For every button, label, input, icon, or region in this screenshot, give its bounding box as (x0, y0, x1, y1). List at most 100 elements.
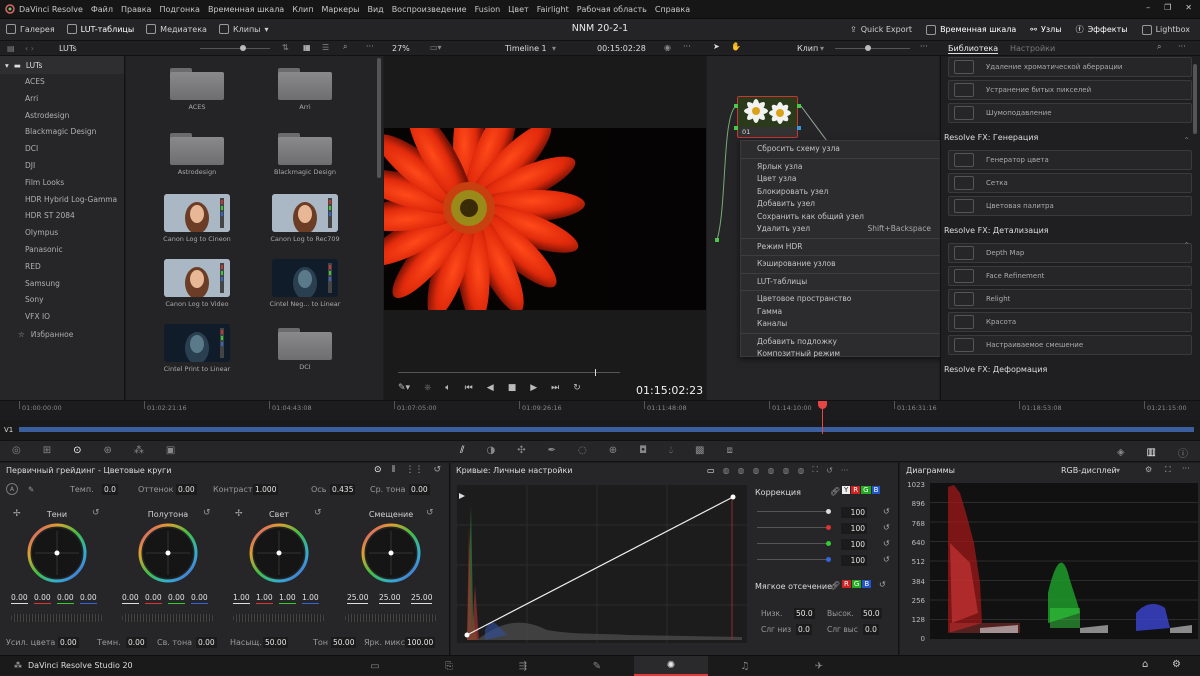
viewer-image[interactable] (384, 128, 706, 310)
low-soft-value[interactable]: 0.0 (796, 624, 812, 635)
channel-dot[interactable] (826, 509, 831, 514)
wheel-channel-value[interactable]: 0.00 (122, 593, 139, 604)
lut-grid-item[interactable]: Astrodesign (160, 129, 234, 189)
wheel-channel-value[interactable]: 1.00 (256, 593, 273, 604)
edit-page-icon[interactable]: ⇶ (486, 656, 560, 676)
menu-item[interactable]: Правка (121, 5, 151, 14)
wheel-channel-value[interactable]: 0.00 (191, 593, 208, 604)
lut-folder-item[interactable]: DCI (0, 141, 124, 158)
effect-item[interactable]: Настраиваемое смешение (948, 335, 1192, 355)
chevron-down-icon[interactable]: ▾ (820, 44, 824, 53)
master-wheel-slider[interactable] (233, 614, 325, 622)
deliver-page-icon[interactable]: ✈ (782, 656, 856, 676)
pointer-icon[interactable]: ➤ (713, 42, 720, 51)
lut-folder-item[interactable]: VFX IO (0, 309, 124, 326)
wheel-channel-value[interactable]: 0.00 (80, 593, 97, 604)
effect-item[interactable]: Relight (948, 289, 1192, 309)
viewer-mode-icon[interactable]: ▭▾ (430, 43, 442, 52)
wheel-channel-value[interactable]: 0.00 (34, 593, 51, 604)
lut-grid-item[interactable]: Blackmagic Design (268, 129, 342, 189)
hue-value[interactable]: 50.00 (331, 637, 357, 648)
temp-value[interactable]: 0.0 (102, 484, 118, 495)
curves-icon[interactable]: ⫽ (460, 445, 464, 456)
wheel-channel-value[interactable]: 25.00 (411, 593, 433, 604)
reset-icon[interactable]: ↺ (883, 507, 890, 516)
effect-item[interactable]: Устранение битых пикселей (948, 80, 1192, 100)
color-page-icon[interactable]: ✺ (634, 656, 708, 676)
bypass-icon[interactable]: ⎈ (424, 383, 431, 393)
link-icon[interactable]: 🔗︎ (830, 487, 840, 496)
channel-dot[interactable] (826, 557, 831, 562)
home-icon[interactable]: ⌂ (1142, 659, 1148, 670)
reset-icon[interactable]: ↺ (879, 580, 886, 589)
lut-tree-root[interactable]: ▾ ▬ LUTs (0, 56, 124, 74)
context-menu-item[interactable]: Сохранить как общий узел (741, 211, 949, 224)
lut-grid-item[interactable]: Arri (268, 64, 342, 124)
wheel-reset-icon[interactable]: ↺ (92, 508, 100, 518)
wheel-channel-value[interactable]: 0.00 (57, 593, 74, 604)
effects-button[interactable]: ⓕ Эффекты (1076, 24, 1128, 35)
color-picker-icon[interactable]: ◉ (664, 43, 671, 52)
menu-item[interactable]: Справка (655, 5, 690, 14)
lut-folder-item[interactable]: RED (0, 259, 124, 276)
context-menu-item[interactable]: LUT-таблицы› (741, 276, 949, 289)
high-value[interactable]: 50.0 (861, 608, 882, 619)
chevron-up-icon[interactable]: ⌃ (1183, 241, 1190, 250)
effect-item[interactable]: Depth Map (948, 243, 1192, 263)
hl-value[interactable]: 0.00 (196, 637, 217, 648)
color-wheel[interactable] (27, 523, 87, 583)
step-back-icon[interactable]: ◀ (487, 383, 494, 393)
lightbox-button[interactable]: Lightbox (1141, 24, 1190, 35)
channel-intensity-value[interactable]: 100 (841, 507, 867, 518)
lut-folder-item[interactable]: HDR ST 2084 (0, 208, 124, 225)
qualifier-icon[interactable]: ✣ (517, 445, 525, 456)
contrast-value[interactable]: 1.000 (253, 484, 279, 495)
lut-folder-item[interactable]: Sony (0, 292, 124, 309)
settings-gear-icon[interactable]: ⚙︎ (1172, 659, 1181, 670)
context-menu-item[interactable]: Цветовое пространство› (741, 293, 949, 306)
tab-settings[interactable]: Настройки (1010, 44, 1055, 53)
lut-grid-item[interactable]: Cintel Print to Linear (160, 324, 234, 384)
viewer-options-icon[interactable]: ··· (683, 42, 691, 51)
fusion-page-icon[interactable]: ✎ (560, 656, 634, 676)
reset-icon[interactable]: ↺ (883, 523, 890, 532)
channel-dot[interactable] (826, 525, 831, 530)
section-detail[interactable]: Resolve FX: Детализация (941, 222, 1200, 240)
context-menu-item[interactable]: Добавить подложку› (741, 336, 949, 349)
lut-folder-item[interactable]: Samsung (0, 276, 124, 293)
wheel-reset-icon[interactable]: ↺ (314, 508, 322, 518)
chevron-down-icon[interactable]: ▾ (552, 44, 556, 53)
sidebar-toggle-icon[interactable]: ▤ (7, 44, 15, 53)
sat-vs-lum-icon[interactable]: ◍ (797, 466, 804, 475)
color-wheel[interactable] (361, 523, 421, 583)
curve-graph[interactable] (457, 485, 747, 643)
wheel-channel-value[interactable]: 0.00 (168, 593, 185, 604)
context-menu-item[interactable]: Добавить узел› (741, 198, 949, 211)
reset-icon[interactable]: ↺ (883, 539, 890, 548)
lut-folder-item[interactable]: Blackmagic Design (0, 124, 124, 141)
lut-grid-item[interactable]: Cintel Neg... to Linear (268, 259, 342, 319)
thumb-size-slider[interactable] (200, 45, 270, 51)
hand-icon[interactable]: ✋ (731, 42, 741, 51)
sat-value[interactable]: 50.00 (263, 637, 289, 648)
chevron-up-icon[interactable]: ⌃ (1183, 136, 1190, 145)
tab-library[interactable]: Библиотека (948, 44, 999, 54)
context-menu-item[interactable]: Кэширование узлов› (741, 258, 949, 271)
lut-folder-item[interactable]: Arri (0, 91, 124, 108)
menu-item[interactable]: Воспроизведение (392, 5, 467, 14)
node-zoom-slider[interactable] (835, 45, 910, 51)
context-menu-item[interactable]: Каналы› (741, 318, 949, 331)
search-icon[interactable]: ⌕ (343, 42, 347, 52)
sizing-icon[interactable]: ⧈ (726, 445, 732, 456)
chevron-down-icon[interactable]: ▾ (1116, 466, 1120, 475)
context-menu-item[interactable]: Сбросить схему узла (741, 143, 949, 156)
lut-grid-item[interactable]: Canon Log to Rec709 (268, 194, 342, 254)
section-deform[interactable]: Resolve FX: Деформация (941, 361, 1200, 379)
effect-item[interactable]: Face Refinement (948, 266, 1192, 286)
lut-folder-item[interactable]: HDR Hybrid Log-Gamma (0, 192, 124, 209)
motion-effects-icon[interactable]: ▣ (166, 445, 175, 456)
timeline-ruler[interactable]: 01:00:00:00 01:02:21:16 01:04:43:08 01:07:0… (0, 400, 1200, 420)
wheel-channel-value[interactable]: 25.00 (379, 593, 401, 604)
high-soft-value[interactable]: 0.0 (863, 624, 879, 635)
playhead[interactable] (821, 402, 823, 434)
